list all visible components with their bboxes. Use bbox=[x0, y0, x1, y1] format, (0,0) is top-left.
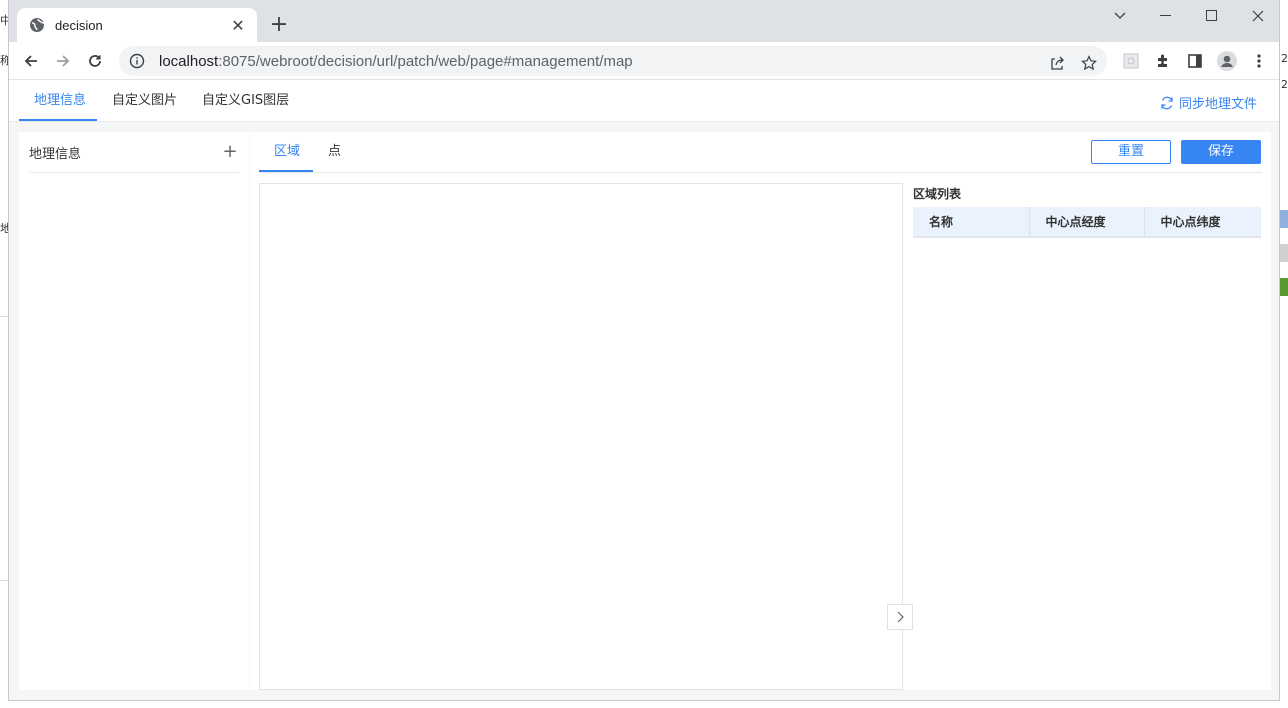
chevron-down-icon[interactable] bbox=[1097, 5, 1143, 27]
back-arrow-icon[interactable] bbox=[19, 49, 43, 73]
region-list-title: 区域列表 bbox=[913, 187, 962, 201]
maximize-icon[interactable] bbox=[1189, 5, 1235, 27]
add-icon[interactable]: + bbox=[221, 143, 239, 161]
column-header-center-latitude[interactable]: 中心点纬度 bbox=[1144, 207, 1261, 238]
url-text: localhost:8075/webroot/decision/url/patc… bbox=[159, 53, 633, 70]
background-left-strip: 中 称 地 bbox=[0, 0, 11, 708]
new-tab-button[interactable]: + bbox=[267, 14, 291, 38]
tab-point[interactable]: 点 bbox=[328, 132, 341, 172]
background-text: 2 bbox=[1281, 78, 1288, 91]
background-block bbox=[1280, 244, 1288, 262]
side-panel-icon[interactable] bbox=[1185, 51, 1205, 71]
browser-tab[interactable]: decision ✕ bbox=[17, 8, 257, 42]
url-host: localhost bbox=[159, 52, 219, 70]
tab-region[interactable]: 区域 bbox=[274, 132, 300, 172]
tab-title: decision bbox=[55, 17, 103, 33]
browser-window: decision ✕ + localhost:8075/webroot/deci… bbox=[8, 0, 1280, 701]
forward-arrow-icon[interactable] bbox=[51, 49, 75, 73]
tab-geo-info[interactable]: 地理信息 bbox=[34, 80, 86, 122]
menu-dots-icon[interactable] bbox=[1249, 51, 1269, 71]
background-block bbox=[1280, 210, 1288, 228]
reset-button[interactable]: 重置 bbox=[1091, 140, 1171, 164]
geo-info-panel-header: 地理信息 + bbox=[29, 132, 239, 173]
map-editor-panel: 区域 点 重置 保存 区域列表 名称 中心点经度 中心点纬度 bbox=[250, 132, 1271, 690]
globe-icon bbox=[29, 17, 45, 33]
chevron-right-icon bbox=[897, 611, 904, 623]
table-header-row: 名称 中心点经度 中心点纬度 bbox=[913, 207, 1261, 238]
url-path: :8075/webroot/decision/url/patch/web/pag… bbox=[218, 52, 633, 70]
region-table: 名称 中心点经度 中心点纬度 bbox=[913, 207, 1261, 238]
region-list: 区域列表 名称 中心点经度 中心点纬度 bbox=[913, 183, 1261, 238]
background-block bbox=[1280, 278, 1288, 296]
minimize-icon[interactable] bbox=[1143, 5, 1189, 27]
background-divider bbox=[0, 316, 8, 317]
geo-info-panel: 地理信息 + bbox=[19, 132, 249, 690]
map-canvas[interactable] bbox=[259, 183, 903, 690]
profile-avatar-icon[interactable] bbox=[1217, 51, 1237, 71]
background-right-strip: 2 2 bbox=[1280, 0, 1288, 708]
app-content: 地理信息 自定义图片 自定义GIS图层 同步地理文件 地理信息 + 区域 点 重… bbox=[9, 80, 1279, 700]
extension-icon[interactable] bbox=[1121, 51, 1141, 71]
address-bar[interactable]: localhost:8075/webroot/decision/url/patc… bbox=[119, 46, 1107, 76]
window-close-icon[interactable] bbox=[1235, 5, 1279, 27]
background-divider bbox=[0, 580, 8, 581]
reload-icon[interactable] bbox=[83, 49, 107, 73]
active-subtab-underline bbox=[259, 170, 313, 172]
expand-panel-button[interactable] bbox=[887, 604, 913, 630]
active-tab-underline bbox=[19, 119, 97, 121]
column-header-name[interactable]: 名称 bbox=[913, 207, 1030, 238]
tab-custom-image[interactable]: 自定义图片 bbox=[112, 80, 177, 122]
column-header-center-longitude[interactable]: 中心点经度 bbox=[1029, 207, 1145, 238]
save-button[interactable]: 保存 bbox=[1181, 140, 1261, 164]
sync-label: 同步地理文件 bbox=[1178, 97, 1257, 112]
tab-custom-gis-layer[interactable]: 自定义GIS图层 bbox=[202, 80, 289, 122]
tab-strip: decision ✕ + bbox=[9, 0, 1279, 42]
star-icon[interactable] bbox=[1079, 53, 1099, 73]
close-icon[interactable]: ✕ bbox=[229, 16, 247, 35]
top-navigation: 地理信息 自定义图片 自定义GIS图层 同步地理文件 bbox=[9, 80, 1279, 122]
refresh-icon bbox=[1160, 96, 1174, 110]
info-icon[interactable] bbox=[129, 53, 145, 69]
panel-title: 地理信息 bbox=[29, 146, 82, 162]
puzzle-icon[interactable] bbox=[1153, 51, 1173, 71]
share-icon[interactable] bbox=[1047, 53, 1067, 73]
sync-geo-files-button[interactable]: 同步地理文件 bbox=[1160, 93, 1257, 112]
background-text: 2 bbox=[1281, 52, 1288, 65]
browser-toolbar: localhost:8075/webroot/decision/url/patc… bbox=[9, 42, 1279, 80]
